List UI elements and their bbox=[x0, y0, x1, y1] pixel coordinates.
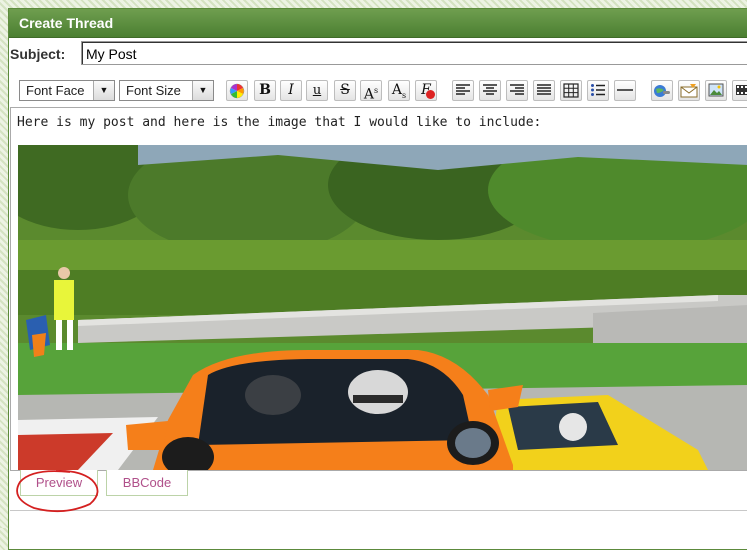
insert-video-icon[interactable] bbox=[732, 80, 747, 101]
subject-input[interactable]: My Post bbox=[81, 41, 747, 65]
annotation-circle bbox=[16, 470, 99, 513]
embedded-race-car-image bbox=[18, 145, 747, 470]
align-right-icon[interactable] bbox=[506, 80, 528, 101]
subject-label: Subject: bbox=[10, 46, 66, 62]
justify-icon[interactable] bbox=[533, 80, 555, 101]
bullet-list-icon[interactable] bbox=[587, 80, 609, 101]
editor-toolbar: Font Face ▼ Font Size ▼ B I u S As As F bbox=[10, 80, 747, 102]
insert-email-icon[interactable] bbox=[678, 80, 700, 101]
font-size-label: Font Size bbox=[126, 83, 181, 98]
remove-format-icon[interactable]: F bbox=[415, 80, 437, 101]
underline-icon[interactable]: u bbox=[306, 80, 328, 101]
divider bbox=[10, 510, 747, 511]
bold-icon[interactable]: B bbox=[254, 80, 276, 101]
align-center-icon[interactable] bbox=[479, 80, 501, 101]
strikethrough-icon[interactable]: S bbox=[334, 80, 356, 101]
remove-badge-icon bbox=[426, 90, 435, 99]
horizontal-rule-icon[interactable] bbox=[614, 80, 636, 101]
panel-title: Create Thread bbox=[9, 9, 747, 38]
table-icon[interactable] bbox=[560, 80, 582, 101]
insert-link-icon[interactable] bbox=[651, 80, 673, 101]
color-wheel-icon[interactable] bbox=[226, 80, 248, 101]
chevron-down-icon: ▼ bbox=[93, 81, 114, 100]
post-editor[interactable]: Here is my post and here is the image th… bbox=[10, 107, 747, 471]
font-size-select[interactable]: Font Size ▼ bbox=[119, 80, 214, 101]
superscript-icon[interactable]: As bbox=[360, 80, 382, 101]
font-face-label: Font Face bbox=[26, 83, 85, 98]
italic-icon[interactable]: I bbox=[280, 80, 302, 101]
font-face-select[interactable]: Font Face ▼ bbox=[19, 80, 115, 101]
editor-text: Here is my post and here is the image th… bbox=[17, 115, 542, 130]
align-left-icon[interactable] bbox=[452, 80, 474, 101]
insert-image-icon[interactable] bbox=[705, 80, 727, 101]
tab-bbcode[interactable]: BBCode bbox=[106, 470, 188, 496]
chevron-down-icon: ▼ bbox=[192, 81, 213, 100]
subscript-icon[interactable]: As bbox=[388, 80, 410, 101]
